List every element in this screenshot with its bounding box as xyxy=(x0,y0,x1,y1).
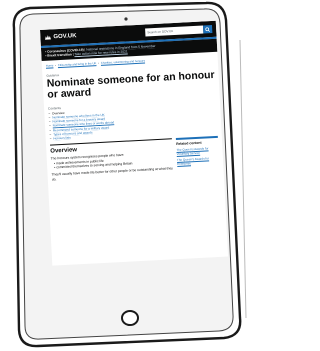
breadcrumb-charities[interactable]: Charities, volunteering and honours xyxy=(101,58,145,64)
logo-text: GOV.UK xyxy=(53,33,77,41)
content-area: Overview The honours system recognises p… xyxy=(46,132,224,182)
related-heading: Related content xyxy=(176,140,202,147)
overview-section: Overview The honours system recognises p… xyxy=(50,138,174,182)
breadcrumb-citizenship[interactable]: Citizenship and living in the UK xyxy=(58,61,97,67)
search-form: Search on GOV.UK xyxy=(145,24,213,37)
search-input[interactable]: Search on GOV.UK xyxy=(145,25,204,37)
govuk-logo[interactable]: GOV.UK xyxy=(44,33,77,41)
breadcrumb-separator: › xyxy=(98,60,100,65)
home-button-icon xyxy=(121,310,139,326)
related-link-voluntary[interactable]: The Queen's Awards for Voluntary Service xyxy=(176,146,218,157)
search-icon xyxy=(205,26,211,32)
breadcrumb-home[interactable]: Home xyxy=(46,63,54,67)
tablet-shadow xyxy=(239,39,247,319)
camera-dot xyxy=(124,17,128,21)
related-content: Related content The Queen's Awards for V… xyxy=(175,136,220,176)
search-button[interactable] xyxy=(202,24,213,34)
breadcrumb-separator: › xyxy=(55,63,57,68)
related-link-enterprise[interactable]: The Queen's Awards for Enterprise xyxy=(177,156,219,167)
crown-icon xyxy=(45,35,52,40)
tablet-screen: GOV.UK Search on GOV.UK • Coronavirus (C… xyxy=(40,20,229,266)
